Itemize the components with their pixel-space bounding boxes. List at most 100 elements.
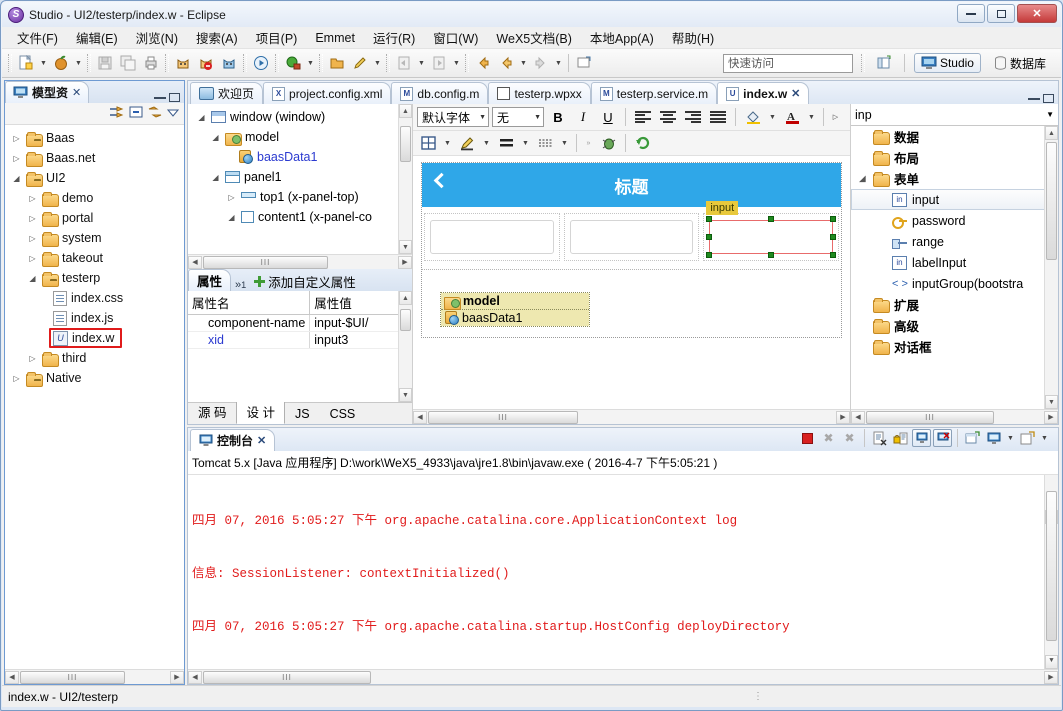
resize-handle-w[interactable] [706,234,713,240]
design-canvas[interactable]: 标题 input model baasData1 [413,156,850,409]
tab-welcome[interactable]: 欢迎页 [190,82,264,104]
palette-search[interactable]: inp ▼ [851,104,1058,126]
palette-vscrollbar[interactable]: ▲ ▼ [1044,126,1058,409]
property-value[interactable]: input-$UI/ [309,314,412,332]
scroll-down-icon[interactable]: ▼ [1045,395,1058,409]
toolbar-grip-2[interactable] [87,54,91,72]
fill-color-icon[interactable] [742,107,764,128]
next-icon[interactable] [495,52,517,74]
tab-testerp-service-m[interactable]: M testerp.service.m [590,82,718,104]
twisty-expanded-icon[interactable]: ◢ [857,174,868,183]
scroll-up-icon[interactable]: ▲ [1045,126,1058,140]
resize-handle-e[interactable] [830,234,837,240]
scroll-thumb[interactable] [1046,491,1057,641]
scroll-up-icon[interactable]: ▲ [399,291,412,305]
twisty-collapsed-icon[interactable]: ▷ [27,234,38,243]
quick-access-input[interactable]: 快速访问 [722,53,853,73]
input-cell-3[interactable]: input [703,201,840,261]
properties-vscrollbar[interactable]: ▲ ▼ [398,291,412,402]
menu-emmet[interactable]: Emmet [306,29,364,47]
resize-handle-nw[interactable] [706,216,713,222]
input-cell-1[interactable] [424,213,560,261]
align-left-icon[interactable] [632,107,654,128]
property-value[interactable]: input3 [309,331,412,349]
tree-item-demo[interactable]: ▷ demo [5,188,184,208]
tree-item-takeout[interactable]: ▷ takeout [5,248,184,268]
outline-item-top1[interactable]: ▷ top1 (x-panel-top) [190,187,412,207]
scroll-thumb[interactable]: III [428,410,578,424]
outline-item-model[interactable]: ◢ model [190,127,412,147]
font-family-select[interactable]: 默认字体 ▼ [417,107,489,127]
outline-item-panel1[interactable]: ◢ panel1 [190,167,412,187]
tree-item-portal[interactable]: ▷ portal [5,208,184,228]
scroll-left-icon[interactable]: ◀ [851,410,865,424]
new-dropdown-icon[interactable]: ▼ [38,52,49,74]
scroll-left-icon[interactable]: ◀ [5,670,19,684]
tab-css[interactable]: CSS [320,404,366,424]
pencil-icon[interactable] [349,52,371,74]
scroll-down-icon[interactable]: ▼ [1045,655,1058,669]
link-editor-icon[interactable] [109,105,125,122]
scroll-thumb[interactable] [1046,142,1057,260]
menu-edit[interactable]: 编辑(E) [67,26,127,49]
tab-testerp-wpxx[interactable]: testerp.wpxx [488,82,591,104]
display-selected-dropdown-icon[interactable]: ▼ [1005,427,1016,449]
twisty-collapsed-icon[interactable]: ▷ [27,194,38,203]
remove-all-terminated-icon[interactable]: ✖ [840,429,859,447]
collapse-all-icon[interactable] [129,105,143,122]
scroll-right-icon[interactable]: ▶ [398,255,412,269]
tree-item-index-w[interactable]: U index.w [5,328,184,348]
scroll-thumb[interactable]: III [203,670,371,684]
scroll-thumb[interactable] [400,126,411,162]
table-icon[interactable] [417,133,439,154]
scroll-thumb[interactable]: III [203,255,328,269]
scroll-right-icon[interactable]: ▶ [170,670,184,684]
twisty-collapsed-icon[interactable]: ▷ [27,214,38,223]
chevron-right-icon[interactable]: ▷ [830,106,841,128]
font-size-select[interactable]: 无 ▼ [492,107,544,127]
tab-js[interactable]: JS [285,404,320,424]
border-dotted-icon[interactable] [534,133,556,154]
tree-item-index-js[interactable]: index.js [5,308,184,328]
menu-help[interactable]: 帮助(H) [663,26,723,49]
palette-item-range[interactable]: range [851,231,1058,252]
tree-item-baas[interactable]: ▷ Baas [5,128,184,148]
toolbar-grip-3[interactable] [165,54,169,72]
show-console-on-error-icon[interactable] [933,429,952,447]
pin-console-icon[interactable] [963,429,982,447]
scroll-thumb[interactable]: III [866,410,994,424]
minimize-icon[interactable] [154,96,166,99]
menu-wex5-doc[interactable]: WeX5文档(B) [487,26,580,49]
scroll-left-icon[interactable]: ◀ [188,670,202,684]
tree-item-native[interactable]: ▷ Native [5,368,184,388]
palette-item-inputgroup[interactable]: < > inputGroup(bootstra [851,273,1058,294]
open-perspective-icon[interactable] [873,52,895,74]
border-dotted-dropdown-icon[interactable]: ▼ [559,132,570,154]
twisty-collapsed-icon[interactable]: ▷ [11,374,22,383]
tree-item-testerp[interactable]: ◢ testerp [5,268,184,288]
outline-hscrollbar[interactable]: ◀ III ▶ [188,254,412,269]
scroll-up-icon[interactable]: ▲ [399,104,412,118]
debug-icon[interactable] [282,52,304,74]
toolbar-grip-6[interactable] [319,54,323,72]
back-chevron-icon[interactable] [433,172,450,189]
toolbar-grip-5[interactable] [275,54,279,72]
outline-item-window[interactable]: ◢ window (window) [190,107,412,127]
italic-button[interactable]: I [572,107,594,128]
pencil-dropdown-icon[interactable]: ▼ [481,132,492,154]
bug-icon[interactable] [597,133,619,154]
twisty-collapsed-icon[interactable]: ▷ [11,154,22,163]
menu-search[interactable]: 搜索(A) [187,26,247,49]
minimize-icon[interactable] [1028,97,1040,100]
twisty-expanded-icon[interactable]: ◢ [210,133,221,142]
perspective-studio-button[interactable]: Studio [913,53,981,73]
model-zone-row-baasdata1[interactable]: baasData1 [441,310,589,326]
tab-design[interactable]: 设 计 [236,399,285,424]
tree-item-baas-net[interactable]: ▷ Baas.net [5,148,184,168]
menu-local-app[interactable]: 本地App(A) [581,26,663,49]
tab-index-w[interactable]: U index.w ✕ [717,82,810,104]
back-nav-icon[interactable] [393,52,415,74]
open-console-dropdown-icon[interactable]: ▼ [1039,427,1050,449]
table-row[interactable]: component-name input-$UI/ [188,314,412,332]
align-right-icon[interactable] [682,107,704,128]
